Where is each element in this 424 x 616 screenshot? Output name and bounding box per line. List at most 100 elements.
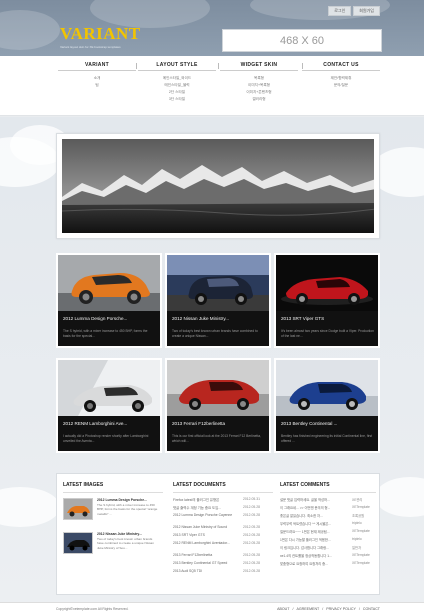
nav-subitem[interactable]: 2단 스타일 [132,89,222,96]
latest-image-thumbnail[interactable] [63,532,93,554]
comment-row[interactable]: 맞춤형으로 요청하여 요청처리 중... XETemplate [280,561,376,567]
comment-row[interactable]: 무럭무럭 싹트렸습니다 ^^ 게시물은... triplelo [280,521,376,527]
document-row[interactable]: Firefox latest의 플러그인 유형은 2012.05.31 [173,497,273,503]
car-thumbnail[interactable] [58,255,160,311]
header: 로그인 회원가입 VARIANT Variant layout skin for… [0,0,424,56]
nav-subitem[interactable]: 이미지+목록형 [214,82,304,89]
document-row[interactable]: 2013 Audi SQ5 TDI 2012.05.28 [173,569,273,575]
comment-row[interactable]: 이 링크입니다. 감사합니다 그래랑... 일반자 [280,545,376,551]
card-excerpt: Two of today's best known urban brands h… [172,329,258,338]
latest-image-thumbnail[interactable] [63,498,93,520]
comment-author: 일반자 [352,546,362,550]
post-card[interactable]: 2013 Bentley Continental ... Bentley has… [274,358,380,453]
nav-subitem[interactable]: 갤러리형 [214,96,304,103]
document-row[interactable]: 2013 SRT Viper GTS 2012.05.28 [173,533,273,539]
comment-text[interactable]: 질문드려요~~~ 1번은 현재 제공됩... [280,529,348,534]
document-row[interactable]: 2012 Lumma Design Porsche Cayenne 2012.05… [173,513,273,519]
comment-text[interactable]: 맞춤형으로 요청하여 요청처리 중... [280,561,348,566]
featured-image-frame[interactable] [56,133,380,239]
footer-link-agreement[interactable]: AGREEMENT [296,607,319,611]
comment-author: triplelo [352,537,362,541]
comment-author: XETemplate [352,505,370,509]
divider [63,492,163,493]
document-title[interactable]: 2012 Nissan Juke Ministry of Sound [173,525,243,529]
card-title[interactable]: 2012 RENM Lamborghini Ave... [63,421,157,426]
latest-image-item[interactable]: 2012 Lumma Design Porsche... The S hybri… [63,498,163,530]
document-title[interactable]: 2013 Ferrari F12berlinetta [173,553,243,557]
comment-row[interactable]: 이 그래요네... >> 이번엔 문의의 형... XETemplate [280,505,376,511]
document-date: 2012.05.28 [243,533,260,537]
comment-row[interactable]: 설문 댓글 입력하세요. 글을 작성하... XE관리 [280,497,376,503]
footer-link-about[interactable]: ABOUT [277,607,289,611]
banner-placeholder[interactable]: 468 X 60 [222,29,382,52]
nav-subitem[interactable]: 메인스타일_블럭 [132,82,222,89]
post-card[interactable]: 2012 Lumma Design Porsche... The S hybri… [56,253,162,348]
footer-separator: / [358,607,360,611]
nav-subitem[interactable]: 메인스타일_와이드 [132,75,222,82]
post-card[interactable]: 2013 Ferrari F12berlinetta This is our f… [165,358,271,453]
nav-subitem[interactable]: 목록형 [214,75,304,82]
card-title[interactable]: 2012 Nissan Juke Ministry... [172,316,266,321]
nav-item-widget-skin[interactable]: WIDGET SKIN [220,60,298,71]
document-row[interactable]: 2013 Ferrari F12berlinetta 2012.05.28 [173,553,273,559]
document-date: 2012.05.28 [243,525,260,529]
comment-text[interactable]: 좋은글 잘읽습니다. 최소한 자... [280,513,348,518]
footer-link-contact[interactable]: CONTACT [363,607,380,611]
featured-mountain-image[interactable] [62,139,374,233]
document-title[interactable]: 2013 Audi SQ5 TDI [173,569,243,573]
car-thumbnail[interactable] [276,360,378,416]
main-content: 2012 Lumma Design Porsche... The S hybri… [0,117,424,602]
document-row[interactable]: 2012 RENM Lamborghini Aventador... 2012.0… [173,541,273,547]
comment-text[interactable]: 설문 댓글 입력하세요. 글을 작성하... [280,497,348,502]
cloud-decoration [375,477,424,517]
card-title[interactable]: 2012 Lumma Design Porsche... [63,316,157,321]
comment-row[interactable]: xe1.4의 컨트롤을 정상작동합니다 1... XETemplate [280,553,376,559]
card-title[interactable]: 2013 Ferrari F12berlinetta [172,421,266,426]
document-title[interactable]: 2013 Bentley Continental GT Speed [173,561,243,565]
comment-text[interactable]: 이 그래요네... >> 이번엔 문의의 형... [280,505,348,510]
post-card[interactable]: 2013 SRT Viper GTS It's been almost two … [274,253,380,348]
comment-text[interactable]: 무럭무럭 싹트렸습니다 ^^ 게시물은... [280,521,348,526]
comment-row[interactable]: 질문드려요~~~ 1번은 현재 제공됩... XETemplate [280,529,376,535]
latest-image-title[interactable]: 2012 Lumma Design Porsche... [97,498,161,502]
latest-image-item[interactable]: 2012 Nissan Juke Ministry... Two of toda… [63,532,163,564]
login-link[interactable]: 로그인 [328,6,352,16]
car-thumbnail[interactable] [167,360,269,416]
car-thumbnail[interactable] [167,255,269,311]
comment-row[interactable]: 좋은글 잘읽습니다. 최소한 자... 초록공원 [280,513,376,519]
document-title[interactable]: 2013 SRT Viper GTS [173,533,243,537]
nav-subitem[interactable]: 제안/협력제휴 [296,75,386,82]
nav-subitem[interactable]: 문의/질문 [296,82,386,89]
nav-subitem[interactable]: 이미지+콘텐츠형 [214,89,304,96]
nav-subitem[interactable]: 팀 [52,82,142,89]
signup-link[interactable]: 회원가입 [353,6,380,16]
comment-text[interactable]: 1번은 다시 가능할 플러그인 적용한... [280,537,348,542]
nav-item-layout-style[interactable]: LAYOUT STYLE [138,60,216,71]
post-card[interactable]: 2012 Nissan Juke Ministry... Two of toda… [165,253,271,348]
car-thumbnail[interactable] [276,255,378,311]
document-date: 2012.05.28 [243,541,260,545]
top-links: 로그인 회원가입 [328,6,380,16]
document-row[interactable]: 댓글 출력수 계정 기능 중요 도입... 2012.05.28 [173,505,273,511]
nav-subitem[interactable]: 소개 [52,75,142,82]
latest-image-title[interactable]: 2012 Nissan Juke Ministry... [97,532,161,536]
document-title[interactable]: 댓글 출력수 계정 기능 중요 도입... [173,505,243,510]
footer-link-privacy-policy[interactable]: PRIVACY POLICY [326,607,356,611]
site-logo[interactable]: VARIANT [60,24,141,44]
document-row[interactable]: 2012 Nissan Juke Ministry of Sound 2012.0… [173,525,273,531]
comment-text[interactable]: 이 링크입니다. 감사합니다 그래랑... [280,545,348,550]
post-card[interactable]: 2012 RENM Lamborghini Ave... I actually … [56,358,162,453]
nav-subitem[interactable]: 3단 스타일 [132,96,222,103]
document-row[interactable]: 2013 Bentley Continental GT Speed 2012.05… [173,561,273,567]
card-title[interactable]: 2013 SRT Viper GTS [281,316,375,321]
document-title[interactable]: 2012 RENM Lamborghini Aventador... [173,541,243,545]
document-title[interactable]: 2012 Lumma Design Porsche Cayenne [173,513,243,517]
comment-row[interactable]: 1번은 다시 가능할 플러그인 적용한... triplelo [280,537,376,543]
comment-text[interactable]: xe1.4의 컨트롤을 정상작동합니다 1... [280,553,348,558]
card-title[interactable]: 2013 Bentley Continental ... [281,421,375,426]
nav-item-variant[interactable]: VARIANT [58,60,136,71]
footer-links: ABOUT / AGREEMENT / PRIVACY POLICY / CON… [277,607,380,611]
document-title[interactable]: Firefox latest의 플러그인 유형은 [173,497,243,502]
nav-item-contact-us[interactable]: CONTACT US [302,60,380,71]
car-thumbnail[interactable] [58,360,160,416]
